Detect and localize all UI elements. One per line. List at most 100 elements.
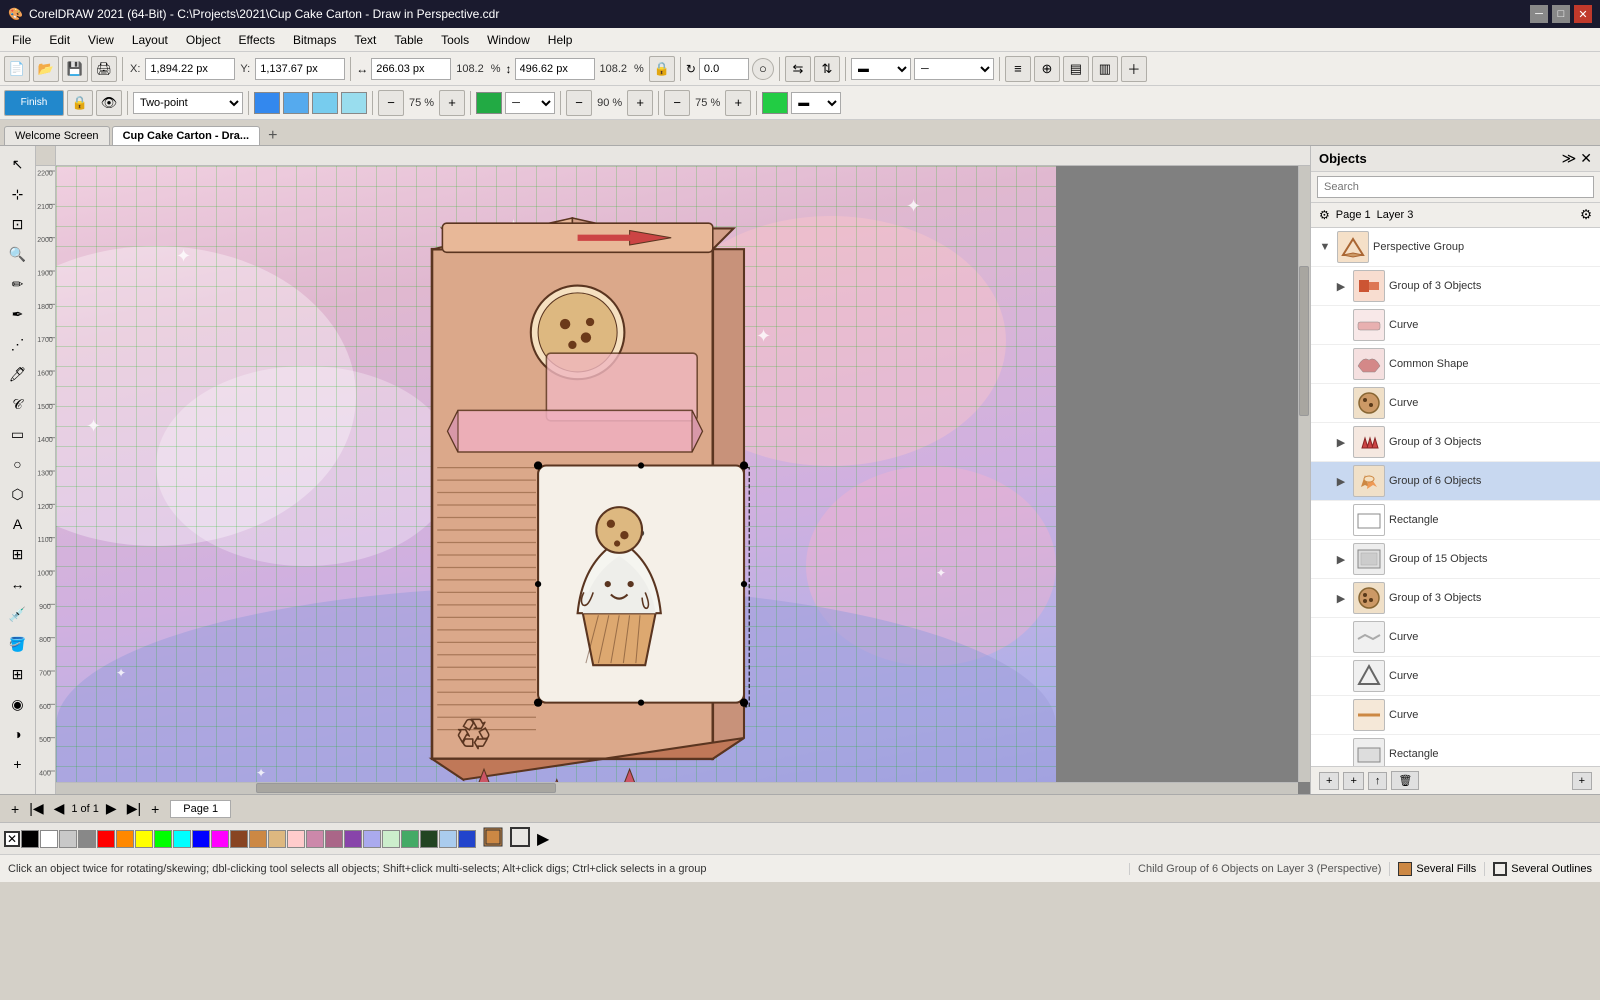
- swatch-mauve[interactable]: [325, 830, 343, 848]
- menu-table[interactable]: Table: [386, 31, 431, 49]
- menu-effects[interactable]: Effects: [231, 31, 283, 49]
- shadow-tool[interactable]: ◉: [4, 690, 32, 718]
- swatch-orange[interactable]: [116, 830, 134, 848]
- expand-group-3-2[interactable]: ▶: [1333, 434, 1349, 450]
- freehand-tool[interactable]: ✏: [4, 270, 32, 298]
- menu-layout[interactable]: Layout: [124, 31, 176, 49]
- lock-perspective-button[interactable]: 🔒: [67, 90, 93, 116]
- height-input[interactable]: [515, 58, 595, 80]
- color-box-6[interactable]: [762, 92, 788, 114]
- outline-select[interactable]: ─: [505, 92, 555, 114]
- expand-group-3-3[interactable]: ▶: [1333, 590, 1349, 606]
- expand-group-3-1[interactable]: ▶: [1333, 278, 1349, 294]
- menu-window[interactable]: Window: [479, 31, 538, 49]
- tab-add-button[interactable]: +: [262, 127, 283, 145]
- crop-tool[interactable]: ⊡: [4, 210, 32, 238]
- finish-button[interactable]: Finish: [4, 90, 64, 116]
- scroll-palette-right[interactable]: ▶: [537, 829, 549, 849]
- fill-select2[interactable]: ▬: [791, 92, 841, 114]
- lock-ratio-button[interactable]: 🔒: [649, 56, 675, 82]
- swatch-pink[interactable]: [306, 830, 324, 848]
- y-input[interactable]: [255, 58, 345, 80]
- swatch-gray2[interactable]: [78, 830, 96, 848]
- add-page-button[interactable]: +: [4, 750, 32, 778]
- drawing-background[interactable]: ✦ ✦ ✦ ✦ ✦ ✦ ✦ ✦ ✦: [56, 166, 1056, 794]
- table-tool[interactable]: ⊞: [4, 540, 32, 568]
- swatch-cyan[interactable]: [173, 830, 191, 848]
- canvas-viewport[interactable]: ✦ ✦ ✦ ✦ ✦ ✦ ✦ ✦ ✦: [56, 166, 1310, 794]
- expand-group-15[interactable]: ▶: [1333, 551, 1349, 567]
- expand-group-6[interactable]: ▶: [1333, 473, 1349, 489]
- swatch-forest[interactable]: [401, 830, 419, 848]
- angle-input[interactable]: [699, 58, 749, 80]
- color-box-5[interactable]: [476, 92, 502, 114]
- menu-tools[interactable]: Tools: [433, 31, 477, 49]
- swatch-blue[interactable]: [192, 830, 210, 848]
- page-tab[interactable]: Page 1: [170, 800, 231, 818]
- flip-h-button[interactable]: ⇆: [785, 56, 811, 82]
- swatch-skin[interactable]: [268, 830, 286, 848]
- obj-group-15[interactable]: ▶ Group of 15 Objects: [1311, 540, 1600, 579]
- opacity-decrease-1[interactable]: −: [378, 90, 404, 116]
- opacity-decrease-2[interactable]: −: [566, 90, 592, 116]
- page-prev-button[interactable]: ◀: [51, 800, 68, 817]
- obj-curve-3[interactable]: Curve: [1311, 618, 1600, 657]
- add-layer-button[interactable]: +: [1319, 772, 1339, 790]
- swatch-white[interactable]: [40, 830, 58, 848]
- opacity-increase-1[interactable]: +: [439, 90, 465, 116]
- transform-tool[interactable]: ⊹: [4, 180, 32, 208]
- save-button[interactable]: 💾: [62, 56, 88, 82]
- obj-group-6[interactable]: ▶ Group of 6 Objects: [1311, 462, 1600, 501]
- tab-welcome[interactable]: Welcome Screen: [4, 126, 110, 145]
- transparency-tool[interactable]: ◑: [4, 720, 32, 748]
- perspective-mode-select[interactable]: Two-point: [133, 92, 243, 114]
- h-scrollbar[interactable]: [56, 782, 1298, 794]
- opacity-increase-2[interactable]: +: [627, 90, 653, 116]
- swatch-sky[interactable]: [439, 830, 457, 848]
- print-button[interactable]: 🖨: [91, 56, 117, 82]
- eye-button[interactable]: 👁: [96, 90, 122, 116]
- obj-rect-2[interactable]: Rectangle: [1311, 735, 1600, 766]
- calligraphy-tool[interactable]: 𝒞: [4, 390, 32, 418]
- swatch-lavender[interactable]: [363, 830, 381, 848]
- add-layer2-button[interactable]: +: [1343, 772, 1363, 790]
- page-first-button[interactable]: |◀: [26, 800, 46, 817]
- maximize-button[interactable]: □: [1552, 5, 1570, 23]
- expand-perspective-group[interactable]: ▼: [1317, 239, 1333, 255]
- new-button[interactable]: 📄: [4, 56, 30, 82]
- ellipse-tool[interactable]: ○: [4, 450, 32, 478]
- panel-close-button[interactable]: ✕: [1580, 150, 1592, 167]
- swatch-pink-light[interactable]: [287, 830, 305, 848]
- swatch-red[interactable]: [97, 830, 115, 848]
- h-scroll-thumb[interactable]: [256, 783, 556, 793]
- dimension-tool[interactable]: ↔: [4, 570, 32, 598]
- color-box-4[interactable]: [341, 92, 367, 114]
- menu-object[interactable]: Object: [178, 31, 229, 49]
- obj-rect-1[interactable]: Rectangle: [1311, 501, 1600, 540]
- color-box-2[interactable]: [283, 92, 309, 114]
- color-box-1[interactable]: [254, 92, 280, 114]
- angle-circle-button[interactable]: ○: [752, 58, 774, 80]
- bezier-tool[interactable]: ✒: [4, 300, 32, 328]
- obj-group-3-1[interactable]: ▶ Group of 3 Objects: [1311, 267, 1600, 306]
- menu-file[interactable]: File: [4, 31, 39, 49]
- swatch-yellow[interactable]: [135, 830, 153, 848]
- obj-group-3-2[interactable]: ▶ Group of 3 Objects: [1311, 423, 1600, 462]
- menu-text[interactable]: Text: [346, 31, 384, 49]
- menu-edit[interactable]: Edit: [41, 31, 78, 49]
- group-button[interactable]: ▤: [1063, 56, 1089, 82]
- opacity-decrease-3[interactable]: −: [664, 90, 690, 116]
- delete-button[interactable]: 🗑: [1391, 771, 1419, 790]
- canvas-area[interactable]: 0100200300400500600700800900100011001200…: [36, 146, 1310, 794]
- swatch-magenta[interactable]: [211, 830, 229, 848]
- width-input[interactable]: [371, 58, 451, 80]
- panel-expand-button[interactable]: ≫: [1562, 150, 1577, 167]
- ungroup-button[interactable]: ▥: [1092, 56, 1118, 82]
- open-button[interactable]: 📂: [33, 56, 59, 82]
- swatch-black[interactable]: [21, 830, 39, 848]
- menu-bitmaps[interactable]: Bitmaps: [285, 31, 344, 49]
- text-tool[interactable]: A: [4, 510, 32, 538]
- combine-button[interactable]: ⊕: [1034, 56, 1060, 82]
- pen-tool[interactable]: 🖊: [4, 360, 32, 388]
- swatch-purple[interactable]: [344, 830, 362, 848]
